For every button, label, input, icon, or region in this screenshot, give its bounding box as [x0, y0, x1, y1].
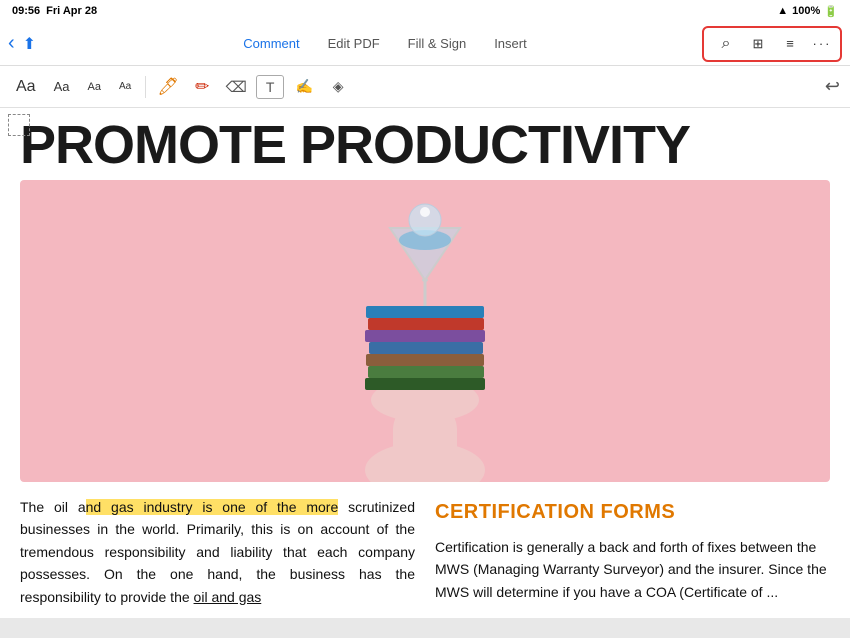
battery-icon: 🔋 — [824, 5, 838, 18]
highlight-red-button[interactable]: ✏ — [188, 75, 216, 99]
left-text-start: The oil a — [20, 499, 86, 515]
status-bar: 09:56 Fri Apr 28 ▲ 100% 🔋 — [0, 0, 850, 22]
undo-button[interactable]: ↩ — [825, 76, 840, 97]
grid-button[interactable]: ⊞ — [744, 30, 772, 58]
wifi-icon: ▲ — [777, 5, 788, 17]
nav-right-icons: ⌕ ⊞ ≡ ··· — [702, 26, 842, 62]
pdf-page: PROMOTE PRODUCTIVITY — [0, 108, 850, 618]
time: 09:56 — [12, 5, 40, 17]
eraser-button[interactable]: ⌫ — [222, 75, 250, 99]
stamp-button[interactable]: ◈ — [324, 75, 352, 99]
date: Fri Apr 28 — [46, 5, 97, 17]
right-column: CERTIFICATION FORMS Certification is gen… — [435, 496, 830, 608]
reader-button[interactable]: ≡ — [776, 30, 804, 58]
text-size-small-button[interactable]: Aa — [81, 78, 106, 96]
search-button[interactable]: ⌕ — [712, 30, 740, 58]
tab-insert[interactable]: Insert — [480, 30, 541, 57]
share-button[interactable]: ⬆ — [23, 34, 36, 54]
nav-bar: ‹ ⬆ Comment Edit PDF Fill & Sign Insert … — [0, 22, 850, 66]
content-area: PROMOTE PRODUCTIVITY — [0, 108, 850, 638]
hero-illustration — [20, 180, 830, 482]
hero-image — [20, 180, 830, 482]
status-right: ▲ 100% 🔋 — [777, 5, 838, 18]
tab-edit-pdf[interactable]: Edit PDF — [314, 30, 394, 57]
certification-forms-heading: CERTIFICATION FORMS — [435, 496, 830, 528]
status-left: 09:56 Fri Apr 28 — [12, 5, 97, 17]
right-column-text: Certification is generally a back and fo… — [435, 539, 827, 600]
text-size-large-button[interactable]: Aa — [10, 75, 42, 99]
highlight-orange-button[interactable]: 🖊 — [154, 75, 182, 99]
text-size-xs-button[interactable]: Aa — [113, 78, 137, 95]
textbox-button[interactable]: T — [256, 75, 284, 99]
signature-button[interactable]: ✍ — [290, 75, 318, 99]
nav-left: ‹ ⬆ — [8, 32, 68, 55]
highlighted-text: nd gas industry is one of the more — [86, 499, 339, 515]
hero-svg — [235, 180, 615, 482]
back-button[interactable]: ‹ — [8, 32, 15, 55]
battery-text: 100% — [792, 5, 820, 17]
text-size-medium-button[interactable]: Aa — [48, 76, 76, 97]
nav-tabs: Comment Edit PDF Fill & Sign Insert — [68, 30, 702, 57]
page-heading: PROMOTE PRODUCTIVITY — [0, 108, 850, 180]
tab-fill-sign[interactable]: Fill & Sign — [394, 30, 481, 57]
tab-comment[interactable]: Comment — [229, 30, 313, 57]
annotation-toolbar: Aa Aa Aa Aa 🖊 ✏ ⌫ T ✍ ◈ ↩ — [0, 66, 850, 108]
more-button[interactable]: ··· — [808, 30, 836, 58]
text-columns: The oil and gas industry is one of the m… — [0, 482, 850, 618]
left-column: The oil and gas industry is one of the m… — [20, 496, 415, 608]
toolbar-divider-1 — [145, 76, 146, 98]
